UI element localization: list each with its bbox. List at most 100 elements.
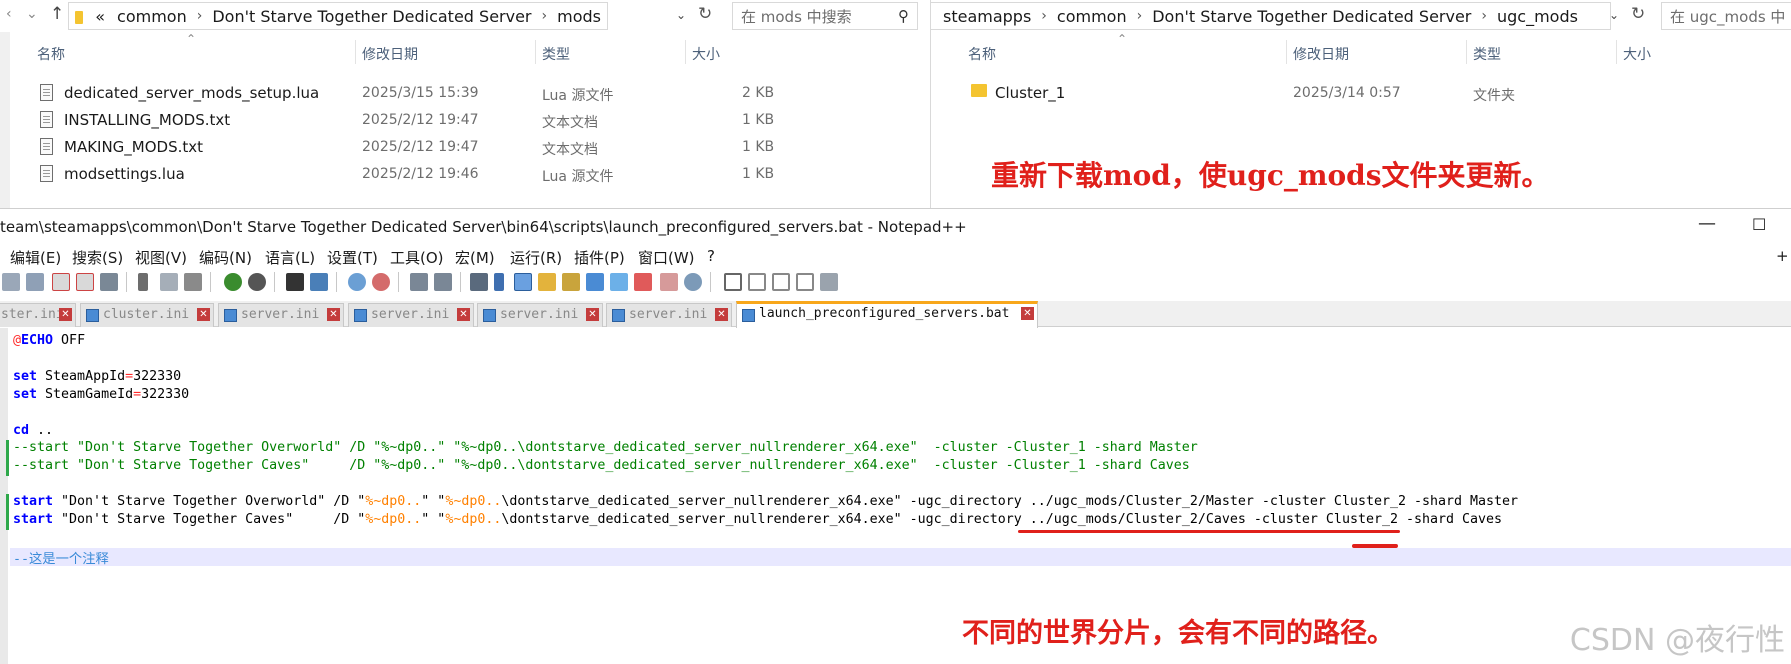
menu-view[interactable]: 视图(V) <box>135 247 187 268</box>
menu-language[interactable]: 语言(L) <box>265 247 315 268</box>
breadcrumb-mods[interactable]: mods <box>551 7 607 26</box>
tab-close-icon[interactable]: ✕ <box>197 308 210 321</box>
menu-macro[interactable]: 宏(M) <box>455 247 495 268</box>
tab-launch-preconfigured-servers[interactable]: launch_preconfigured_servers.bat ✕ <box>736 301 1038 328</box>
column-divider[interactable] <box>685 40 686 64</box>
tab-cluster-ini-partial[interactable]: ster.ini ✕ <box>0 303 76 327</box>
paste-icon[interactable] <box>184 273 202 291</box>
address-dropdown-icon[interactable]: ⌄ <box>1609 8 1619 22</box>
breadcrumb-overflow[interactable]: « <box>89 7 111 26</box>
doc-map-icon[interactable] <box>562 273 580 291</box>
menu-plugins[interactable]: 插件(P) <box>574 247 625 268</box>
column-header-size[interactable]: 大小 <box>692 44 720 64</box>
doc-list-icon[interactable] <box>634 273 652 291</box>
address-bar[interactable]: « common › Don't Starve Together Dedicat… <box>68 2 608 30</box>
menu-add-tab[interactable]: + <box>1776 247 1789 265</box>
tab-close-icon[interactable]: ✕ <box>59 308 72 321</box>
column-divider[interactable] <box>1616 40 1617 64</box>
sync-horizontal-icon[interactable] <box>434 273 452 291</box>
search-box[interactable]: 在 mods 中搜索 ⚲ <box>732 2 918 30</box>
menu-edit[interactable]: 编辑(E) <box>10 247 61 268</box>
tab-server-ini[interactable]: server.ini ✕ <box>218 303 344 327</box>
up-arrow-icon[interactable]: ↑ <box>50 4 64 24</box>
sync-vertical-icon[interactable] <box>410 273 428 291</box>
forward-chevron-icon[interactable]: ⌄ <box>26 6 38 22</box>
column-header-size[interactable]: 大小 <box>1623 44 1651 64</box>
refresh-icon[interactable]: ↻ <box>698 4 712 24</box>
breadcrumb-ugc-mods[interactable]: ugc_mods <box>1491 7 1584 26</box>
file-row[interactable]: INSTALLING_MODS.txt 2025/2/12 19:47 文本文档… <box>0 107 930 133</box>
refresh-icon[interactable]: ↻ <box>1631 4 1645 24</box>
back-icon[interactable]: ‹ <box>6 6 12 22</box>
file-row[interactable]: dedicated_server_mods_setup.lua 2025/3/1… <box>0 80 930 106</box>
function-list-icon[interactable] <box>586 273 604 291</box>
stop-macro-icon[interactable] <box>748 273 766 291</box>
search-icon[interactable]: ⚲ <box>898 7 909 25</box>
tab-close-icon[interactable]: ✕ <box>586 308 599 321</box>
zoom-out-icon[interactable] <box>372 273 390 291</box>
menu-help[interactable]: ? <box>707 247 715 265</box>
play-macro-icon[interactable] <box>772 273 790 291</box>
menu-window[interactable]: 窗口(W) <box>638 247 695 268</box>
column-header-date[interactable]: 修改日期 <box>362 44 418 64</box>
close-file-icon[interactable] <box>52 273 70 291</box>
word-wrap-icon[interactable] <box>470 273 488 291</box>
redo-icon[interactable] <box>248 273 266 291</box>
column-header-type[interactable]: 类型 <box>542 44 570 64</box>
print-icon[interactable] <box>100 273 118 291</box>
code-editor[interactable]: @ECHO OFF set SteamAppId=322330 set Stea… <box>0 328 1791 664</box>
folder-open-icon[interactable] <box>660 273 678 291</box>
menu-tools[interactable]: 工具(O) <box>390 247 444 268</box>
record-macro-icon[interactable] <box>724 273 742 291</box>
replace-icon[interactable] <box>310 273 328 291</box>
breadcrumb-common[interactable]: common <box>1051 7 1133 26</box>
file-row[interactable]: MAKING_MODS.txt 2025/2/12 19:47 文本文档 1 K… <box>0 134 930 160</box>
column-divider[interactable] <box>1466 40 1467 64</box>
show-all-chars-icon[interactable] <box>494 273 504 291</box>
save-macro-icon[interactable] <box>820 273 838 291</box>
monitoring-icon[interactable] <box>684 273 702 291</box>
folder-as-workspace-icon[interactable] <box>610 273 628 291</box>
cut-icon[interactable] <box>138 273 148 291</box>
maximize-icon[interactable]: ☐ <box>1752 215 1766 234</box>
breadcrumb-dst-server[interactable]: Don't Starve Together Dedicated Server <box>206 7 537 26</box>
column-header-name[interactable]: 名称 <box>37 44 65 64</box>
indent-guide-icon[interactable] <box>514 273 532 291</box>
menu-settings[interactable]: 设置(T) <box>327 247 378 268</box>
user-lang-icon[interactable] <box>538 273 556 291</box>
menu-run[interactable]: 运行(R) <box>510 247 562 268</box>
column-header-type[interactable]: 类型 <box>1473 44 1501 64</box>
save-icon[interactable] <box>2 273 20 291</box>
tab-cluster-ini[interactable]: cluster.ini ✕ <box>80 303 214 327</box>
address-bar[interactable]: steamapps › common › Don't Starve Togeth… <box>931 2 1611 30</box>
tab-close-icon[interactable]: ✕ <box>457 308 470 321</box>
tab-close-icon[interactable]: ✕ <box>327 308 340 321</box>
column-header-date[interactable]: 修改日期 <box>1293 44 1349 64</box>
copy-icon[interactable] <box>160 273 178 291</box>
menu-search[interactable]: 搜索(S) <box>72 247 123 268</box>
column-divider[interactable] <box>535 40 536 64</box>
folder-row[interactable]: Cluster_1 2025/3/14 0:57 文件夹 <box>931 80 1791 106</box>
close-all-icon[interactable] <box>76 273 94 291</box>
find-icon[interactable] <box>286 273 304 291</box>
breadcrumb-steamapps[interactable]: steamapps <box>937 7 1037 26</box>
tab-close-icon[interactable]: ✕ <box>1021 307 1034 320</box>
run-macro-multiple-icon[interactable] <box>796 273 814 291</box>
breadcrumb-common[interactable]: common <box>111 7 193 26</box>
column-divider[interactable] <box>355 40 356 64</box>
zoom-in-icon[interactable] <box>348 273 366 291</box>
column-divider[interactable] <box>1286 40 1287 64</box>
tab-server-ini[interactable]: server.ini ✕ <box>477 303 603 327</box>
file-row[interactable]: modsettings.lua 2025/2/12 19:46 Lua 源文件 … <box>0 161 930 187</box>
minimize-icon[interactable]: — <box>1698 213 1716 234</box>
undo-icon[interactable] <box>224 273 242 291</box>
breadcrumb-dst-server[interactable]: Don't Starve Together Dedicated Server <box>1146 7 1477 26</box>
tab-server-ini[interactable]: server.ini ✕ <box>348 303 474 327</box>
address-dropdown-icon[interactable]: ⌄ <box>676 8 686 22</box>
tab-server-ini[interactable]: server.ini ✕ <box>606 303 732 327</box>
tab-close-icon[interactable]: ✕ <box>715 308 728 321</box>
menu-encoding[interactable]: 编码(N) <box>199 247 252 268</box>
search-box[interactable]: 在 ugc_mods 中 <box>1661 2 1791 30</box>
save-all-icon[interactable] <box>26 273 44 291</box>
column-header-name[interactable]: 名称 <box>968 44 996 64</box>
